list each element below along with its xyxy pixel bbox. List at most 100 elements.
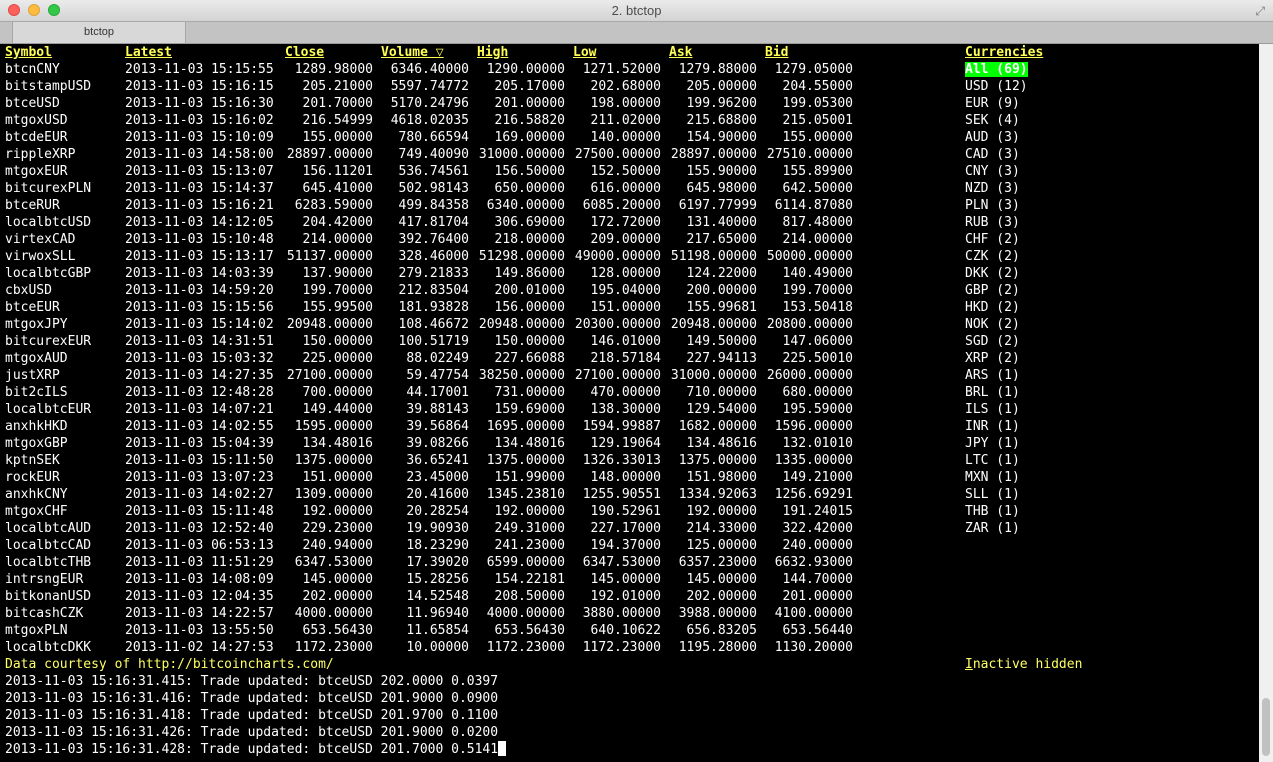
column-header[interactable]: Latest [125, 44, 172, 61]
currency-item[interactable]: CHF (2) [965, 231, 1020, 248]
currency-item[interactable]: SLL (1) [965, 486, 1020, 503]
table-row[interactable]: bitkonanUSD 2013-11-03 12:04:35 202.00000 1… [0, 588, 940, 605]
table-cell: btcdeEUR [5, 130, 68, 145]
table-row[interactable]: mtgoxAUD 2013-11-03 15:03:32 225.00000 88.0… [0, 350, 940, 367]
table-row[interactable]: anxhkCNY 2013-11-03 14:02:27 1309.00000 20.… [0, 486, 940, 503]
currency-item[interactable]: All (69) [965, 61, 1028, 78]
table-row[interactable]: localbtcDKK 2013-11-02 14:27:53 1172.23000… [0, 639, 940, 656]
currency-label: SLL (1) [965, 487, 1020, 502]
scrollbar[interactable] [1259, 44, 1273, 762]
table-row[interactable]: btcnCNY 2013-11-03 15:15:55 1289.98000 6346… [0, 61, 940, 78]
table-row[interactable]: mtgoxEUR 2013-11-03 15:13:07 156.11201 536.… [0, 163, 940, 180]
column-header[interactable]: Volume ▽ [381, 44, 444, 61]
currency-item[interactable]: SEK (4) [965, 112, 1020, 129]
currency-item[interactable]: CNY (3) [965, 163, 1020, 180]
table-row[interactable]: btceUSD 2013-11-03 15:16:30 201.70000 5170.… [0, 95, 940, 112]
currency-label: GBP (2) [965, 283, 1020, 298]
currency-item[interactable]: NZD (3) [965, 180, 1020, 197]
currency-item[interactable]: BRL (1) [965, 384, 1020, 401]
currency-item[interactable]: RUB (3) [965, 214, 1020, 231]
currency-item[interactable]: HKD (2) [965, 299, 1020, 316]
currency-item[interactable]: GBP (2) [965, 282, 1020, 299]
table-row[interactable]: kptnSEK 2013-11-03 15:11:50 1375.00000 36.6… [0, 452, 940, 469]
table-row[interactable]: intrsngEUR 2013-11-03 14:08:09 145.00000 15… [0, 571, 940, 588]
table-cell: 152.50000 [590, 164, 661, 179]
currency-item[interactable]: THB (1) [965, 503, 1020, 520]
column-header[interactable]: Close [285, 44, 324, 61]
table-cell: 20948.00000 [478, 317, 565, 332]
currency-item[interactable]: DKK (2) [965, 265, 1020, 282]
currency-item[interactable]: JPY (1) [965, 435, 1020, 452]
table-row[interactable]: virwoxSLL 2013-11-03 15:13:17 51137.00000 3… [0, 248, 940, 265]
table-cell: 88.02249 [406, 351, 469, 366]
currency-item[interactable]: INR (1) [965, 418, 1020, 435]
table-row[interactable]: localbtcUSD 2013-11-03 14:12:05 204.42000 4… [0, 214, 940, 231]
fullscreen-icon[interactable]: ⤢ [1255, 4, 1265, 19]
table-row[interactable]: mtgoxUSD 2013-11-03 15:16:02 216.54999 4618… [0, 112, 940, 129]
scrollbar-thumb[interactable] [1262, 698, 1270, 756]
inactive-hidden-toggle[interactable]: Inactive hidden [965, 656, 1082, 673]
table-row[interactable]: virtexCAD 2013-11-03 15:10:48 214.00000 392… [0, 231, 940, 248]
table-row[interactable]: localbtcEUR 2013-11-03 14:07:21 149.44000 3… [0, 401, 940, 418]
table-row[interactable]: mtgoxJPY 2013-11-03 15:14:02 20948.00000 10… [0, 316, 940, 333]
table-row[interactable]: justXRP 2013-11-03 14:27:35 27100.00000 59.… [0, 367, 940, 384]
currency-item[interactable]: CAD (3) [965, 146, 1020, 163]
table-cell: 214.33000 [686, 521, 757, 536]
table-row[interactable]: btceEUR 2013-11-03 15:15:56 155.99500 181.9… [0, 299, 940, 316]
table-cell: 2013-11-03 15:13:17 [125, 249, 274, 264]
currency-item[interactable]: XRP (2) [965, 350, 1020, 367]
currency-item[interactable]: AUD (3) [965, 129, 1020, 146]
currency-item[interactable]: ILS (1) [965, 401, 1020, 418]
table-row[interactable]: mtgoxPLN 2013-11-03 13:55:50 653.56430 11.6… [0, 622, 940, 639]
table-row[interactable]: mtgoxCHF 2013-11-03 15:11:48 192.00000 20.2… [0, 503, 940, 520]
table-row[interactable]: anxhkHKD 2013-11-03 14:02:55 1595.00000 39.… [0, 418, 940, 435]
column-header[interactable]: Symbol [5, 44, 52, 61]
currency-item[interactable]: EUR (9) [965, 95, 1020, 112]
table-row[interactable]: localbtcCAD 2013-11-03 06:53:13 240.94000 1… [0, 537, 940, 554]
table-row[interactable]: localbtcAUD 2013-11-03 12:52:40 229.23000 1… [0, 520, 940, 537]
table-cell: virtexCAD [5, 232, 76, 247]
currency-label: THB (1) [965, 504, 1020, 519]
currency-item[interactable]: ARS (1) [965, 367, 1020, 384]
column-header[interactable]: Ask [669, 44, 692, 61]
table-cell: 39.88143 [406, 402, 469, 417]
currency-label: CAD (3) [965, 147, 1020, 162]
table-row[interactable]: rockEUR 2013-11-03 13:07:23 151.00000 23.45… [0, 469, 940, 486]
table-cell: 3988.00000 [678, 606, 757, 621]
table-row[interactable]: bitcurexPLN 2013-11-03 15:14:37 645.41000 5… [0, 180, 940, 197]
currency-item[interactable]: LTC (1) [965, 452, 1020, 469]
table-row[interactable]: btceRUR 2013-11-03 15:16:21 6283.59000 499.… [0, 197, 940, 214]
tab-btctop[interactable]: btctop [12, 22, 186, 43]
table-row[interactable]: btcdeEUR 2013-11-03 15:10:09 155.00000 780.… [0, 129, 940, 146]
column-header[interactable]: Low [573, 44, 596, 61]
table-row[interactable]: mtgoxGBP 2013-11-03 15:04:39 134.48016 39.0… [0, 435, 940, 452]
currency-item[interactable]: PLN (3) [965, 197, 1020, 214]
table-row[interactable]: bit2cILS 2013-11-03 12:48:28 700.00000 44.1… [0, 384, 940, 401]
table-row[interactable]: rippleXRP 2013-11-03 14:58:00 28897.00000 7… [0, 146, 940, 163]
table-row[interactable]: bitcashCZK 2013-11-03 14:22:57 4000.00000 1… [0, 605, 940, 622]
column-header[interactable]: Bid [765, 44, 788, 61]
table-row[interactable]: bitcurexEUR 2013-11-03 14:31:51 150.00000 1… [0, 333, 940, 350]
currency-item[interactable]: USD (12) [965, 78, 1028, 95]
column-header[interactable]: High [477, 44, 508, 61]
currency-item[interactable]: MXN (1) [965, 469, 1020, 486]
table-cell: 4000.00000 [486, 606, 565, 621]
table-row[interactable]: bitstampUSD 2013-11-03 15:16:15 205.21000 5… [0, 78, 940, 95]
currency-item[interactable]: NOK (2) [965, 316, 1020, 333]
table-cell: 200.01000 [494, 283, 565, 298]
terminal-content[interactable]: Symbol Latest Close Volume ▽ High Low Ask Bid Cu… [0, 44, 1259, 762]
currency-item[interactable]: SGD (2) [965, 333, 1020, 350]
table-cell: 198.00000 [590, 96, 661, 111]
table-row[interactable]: localbtcGBP 2013-11-03 14:03:39 137.90000 2… [0, 265, 940, 282]
table-row[interactable]: localbtcTHB 2013-11-03 11:51:29 6347.53000… [0, 554, 940, 571]
currency-item[interactable]: CZK (2) [965, 248, 1020, 265]
table-cell: 28897.00000 [670, 147, 757, 162]
terminal-cursor [498, 741, 507, 756]
table-cell: 731.00000 [494, 385, 565, 400]
table-cell: 5597.74772 [390, 79, 469, 94]
table-cell: 2013-11-03 15:10:09 [125, 130, 274, 145]
table-cell: 645.41000 [302, 181, 373, 196]
currency-item[interactable]: ZAR (1) [965, 520, 1020, 537]
table-cell: mtgoxCHF [5, 504, 68, 519]
table-row[interactable]: cbxUSD 2013-11-03 14:59:20 199.70000 212.83… [0, 282, 940, 299]
